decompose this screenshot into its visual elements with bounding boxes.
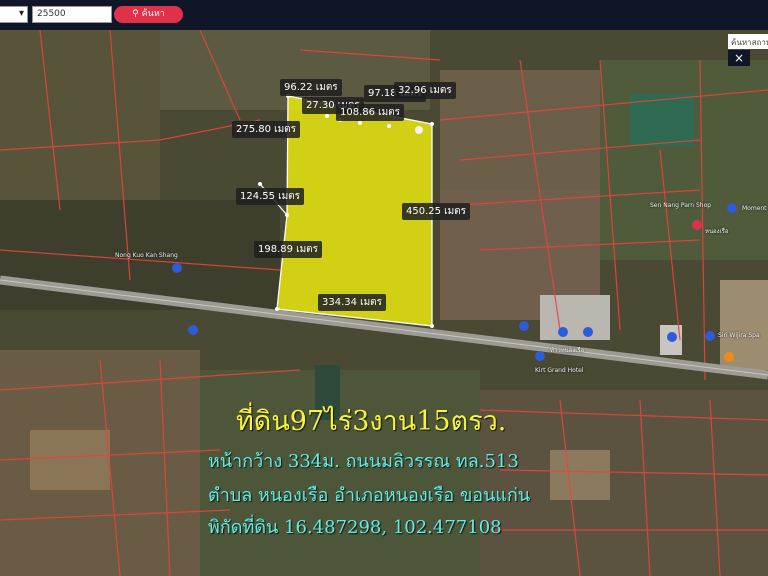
poi-label[interactable]: ท้าวหนองเรือ [550, 345, 584, 355]
measurement-label: 450.25 เมตร [402, 203, 471, 220]
poi-label[interactable]: Moment [742, 205, 767, 212]
measurement-label: 198.89 เมตร [254, 241, 323, 258]
measurement-label: 275.80 เมตร [232, 121, 301, 138]
search-button[interactable]: ⚲ ค้นหา [114, 6, 183, 23]
poi-label[interactable]: หนองเรือ [705, 226, 728, 236]
poi-label[interactable]: Sen Nang Parn Shop [650, 202, 711, 209]
close-icon[interactable]: × [728, 50, 750, 66]
distance-input[interactable]: 25500 [32, 6, 112, 23]
parcel-center-marker[interactable] [415, 126, 423, 134]
measurement-label: 124.55 เมตร [236, 188, 305, 205]
poi-label[interactable]: Kirt Grand Hotel [535, 367, 584, 374]
measurement-label: 32.96 เมตร [394, 82, 456, 99]
poi-label[interactable]: Siri Wijira Spa [718, 332, 760, 339]
poi-label[interactable]: Nong Kuo Kan Shang [115, 252, 178, 259]
measurement-label: 108.86 เมตร [336, 104, 405, 121]
search-icon: ⚲ [132, 9, 139, 19]
caption-location: ตำบล หนองเรือ อำเภอหนองเรือ ขอนแก่น [208, 485, 531, 506]
caption-title: ที่ดิน97ไร่3งาน15ตรว. [236, 406, 507, 437]
measurement-label: 334.34 เมตร [318, 294, 387, 311]
mode-select[interactable]: ▾ [0, 6, 28, 23]
search-button-label: ค้นหา [141, 9, 165, 19]
caption-frontage: หน้ากว้าง 334ม. ถนนมลิวรรณ ทล.513 [208, 451, 519, 472]
map-search-input[interactable]: ค้นหาสถาน [728, 34, 768, 49]
caption-coordinates: พิกัดที่ดิน 16.487298, 102.477108 [208, 517, 502, 538]
chevron-down-icon: ▾ [18, 8, 24, 19]
measurement-label: 96.22 เมตร [280, 79, 342, 96]
top-toolbar: ▾ 25500 ⚲ ค้นหา [0, 0, 768, 30]
